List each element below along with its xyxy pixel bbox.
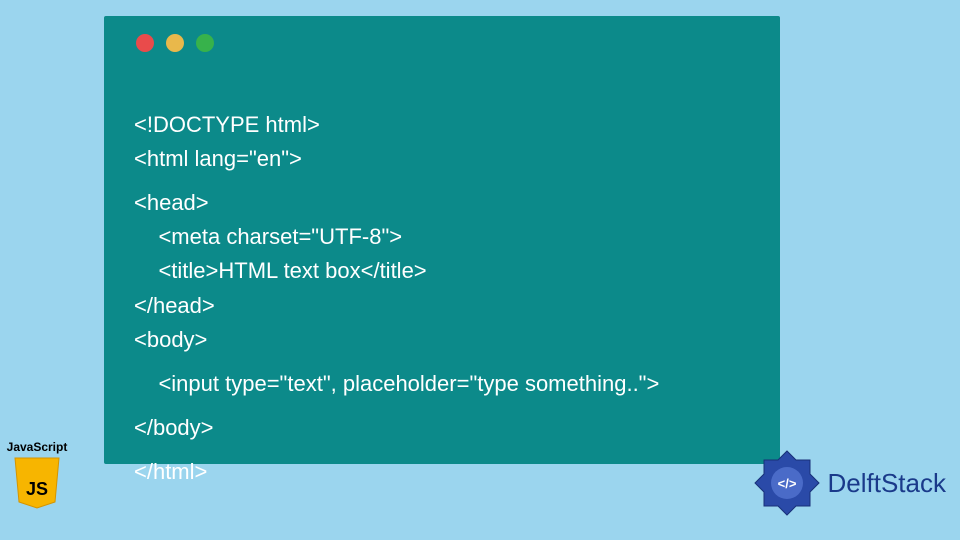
delftstack-name: DelftStack xyxy=(828,468,947,499)
code-line: <html lang="en"> xyxy=(134,146,302,171)
code-line: <head> xyxy=(134,190,209,215)
code-content: <!DOCTYPE html> <html lang="en"> <head> <… xyxy=(128,74,756,489)
code-line: </html> xyxy=(134,459,207,484)
code-snippet-panel: <!DOCTYPE html> <html lang="en"> <head> <… xyxy=(104,16,780,464)
window-traffic-lights xyxy=(128,34,756,52)
delftstack-logo-icon: </> xyxy=(752,448,822,518)
maximize-icon xyxy=(196,34,214,52)
delftstack-brand: </> DelftStack xyxy=(752,448,947,518)
code-glyph: </> xyxy=(777,476,796,491)
close-icon xyxy=(136,34,154,52)
javascript-shield-icon: JS xyxy=(13,456,61,510)
code-line: </head> xyxy=(134,293,215,318)
javascript-label: JavaScript xyxy=(4,440,70,454)
code-line: </body> xyxy=(134,415,214,440)
javascript-short: JS xyxy=(13,479,61,500)
code-line: <input type="text", placeholder="type so… xyxy=(134,371,659,396)
minimize-icon xyxy=(166,34,184,52)
code-line: <meta charset="UTF-8"> xyxy=(134,224,402,249)
javascript-badge: JavaScript JS xyxy=(4,440,70,510)
code-line: <!DOCTYPE html> xyxy=(134,112,320,137)
code-line: <body> xyxy=(134,327,207,352)
code-line: <title>HTML text box</title> xyxy=(134,258,427,283)
